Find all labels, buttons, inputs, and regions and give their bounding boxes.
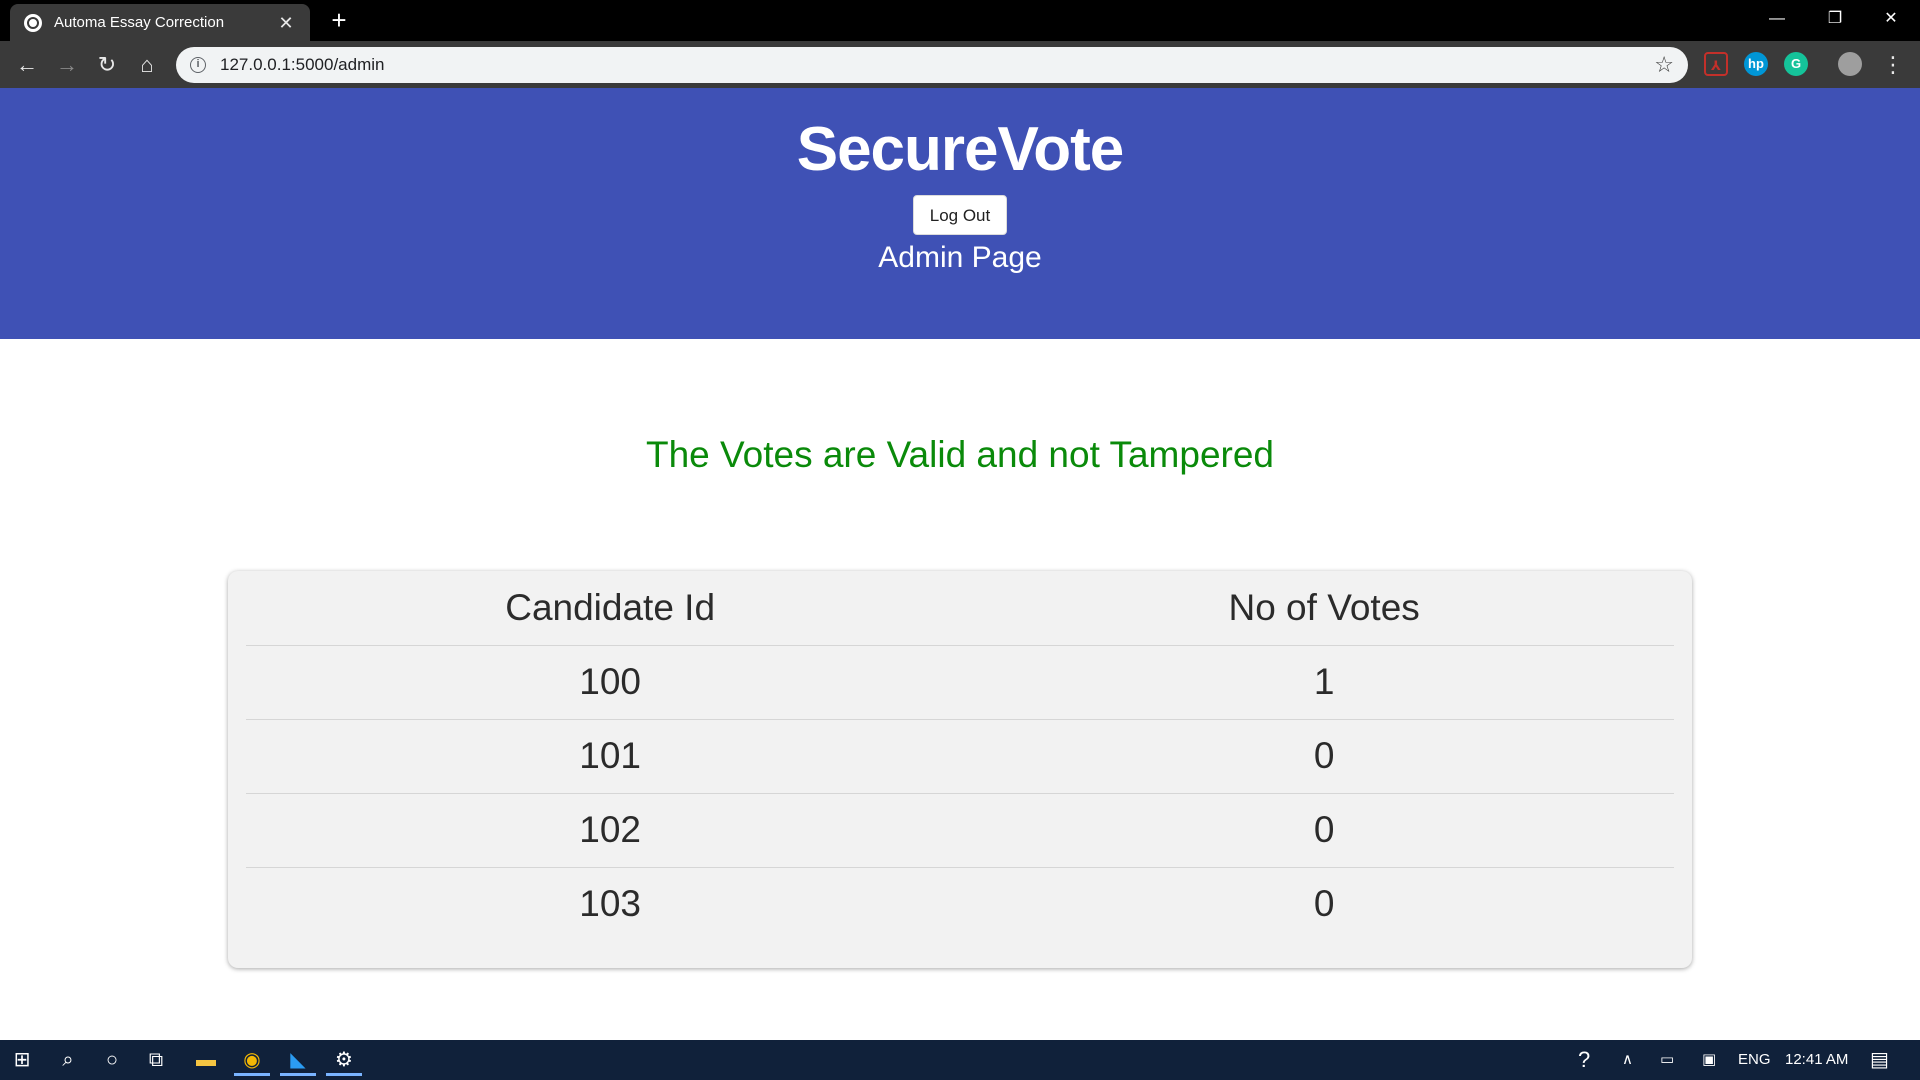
- info-icon[interactable]: i: [190, 57, 206, 73]
- browser-tab-bar: Automa Essay Correction ✕ + — ❐ ✕: [0, 0, 1920, 41]
- candidate-id-cell: 101: [246, 718, 975, 793]
- logout-button[interactable]: Log Out: [913, 195, 1007, 235]
- notifications-icon[interactable]: ▤: [1870, 1040, 1889, 1080]
- windows-taskbar: ⊞ ⌕ ○ ⧉ ▬ ◉ ◣ ⚙ ? ∧ ▭ ▣ ENG 12:41 AM ▤: [0, 1040, 1920, 1080]
- globe-icon: [24, 13, 42, 32]
- settings-gear-icon[interactable]: ⚙: [326, 1044, 362, 1076]
- vote-count-cell: 0: [974, 718, 1674, 793]
- browser-toolbar: ← → ↻ ⌂ i 127.0.0.1:5000/admin ☆ ⅄ hp G …: [0, 41, 1920, 88]
- restore-button[interactable]: ❐: [1806, 0, 1864, 38]
- close-tab-icon[interactable]: ✕: [276, 13, 296, 33]
- back-arrow-icon[interactable]: ←: [12, 50, 42, 80]
- pdf-extension-icon[interactable]: ⅄: [1704, 52, 1728, 76]
- task-view-icon[interactable]: ⧉: [138, 1044, 174, 1076]
- results-card: Candidate Id No of Votes 100 1 101 0 102…: [228, 571, 1692, 968]
- battery-icon[interactable]: ▭: [1660, 1040, 1674, 1080]
- home-icon[interactable]: ⌂: [132, 50, 162, 80]
- address-bar[interactable]: i 127.0.0.1:5000/admin ☆: [176, 47, 1688, 83]
- forward-arrow-icon[interactable]: →: [52, 50, 82, 80]
- candidate-id-cell: 102: [246, 792, 975, 867]
- table-row: 100 1: [246, 644, 1674, 719]
- column-header-candidate-id: Candidate Id: [505, 586, 716, 628]
- window-close-button[interactable]: ✕: [1862, 0, 1920, 38]
- vote-count-cell: 1: [974, 644, 1674, 719]
- language-indicator[interactable]: ENG: [1738, 1040, 1771, 1080]
- vote-count-cell: 0: [974, 792, 1674, 867]
- help-icon[interactable]: ?: [1578, 1040, 1590, 1080]
- network-icon[interactable]: ▣: [1702, 1040, 1716, 1080]
- page-title: Admin Page: [878, 241, 1042, 274]
- file-explorer-icon[interactable]: ▬: [188, 1044, 224, 1076]
- cortana-icon[interactable]: ○: [94, 1044, 130, 1076]
- results-table: Candidate Id No of Votes 100 1 101 0 102…: [246, 571, 1674, 941]
- table-row: 101 0: [246, 718, 1674, 793]
- vote-count-cell: 0: [974, 866, 1674, 941]
- candidate-id-cell: 100: [246, 644, 975, 719]
- chevron-up-icon[interactable]: ∧: [1622, 1040, 1633, 1080]
- grammarly-extension-icon[interactable]: G: [1784, 52, 1808, 76]
- candidate-id-cell: 103: [246, 866, 975, 941]
- validity-status-message: The Votes are Valid and not Tampered: [645, 434, 1275, 475]
- brand-title: SecureVote: [796, 115, 1125, 184]
- url-text[interactable]: 127.0.0.1:5000/admin: [220, 55, 1654, 75]
- minimize-button[interactable]: —: [1748, 0, 1806, 38]
- clock[interactable]: 12:41 AM: [1785, 1040, 1848, 1080]
- chrome-icon[interactable]: ◉: [234, 1044, 270, 1076]
- hp-extension-icon[interactable]: hp: [1744, 52, 1768, 76]
- table-row: 103 0: [246, 866, 1674, 941]
- table-row: 102 0: [246, 792, 1674, 867]
- new-tab-button[interactable]: +: [325, 6, 353, 34]
- table-header-row: Candidate Id No of Votes: [246, 571, 1674, 645]
- search-icon[interactable]: ⌕: [50, 1044, 86, 1076]
- profile-avatar[interactable]: [1838, 52, 1862, 76]
- tab-title: Automa Essay Correction: [54, 14, 225, 31]
- header-banner: SecureVote Log Out Admin Page: [0, 88, 1920, 339]
- browser-tab[interactable]: Automa Essay Correction ✕: [10, 4, 310, 41]
- reload-icon[interactable]: ↻: [92, 50, 122, 80]
- browser-menu-icon[interactable]: ⋮: [1878, 50, 1908, 80]
- page-content: SecureVote Log Out Admin Page The Votes …: [0, 88, 1920, 1040]
- windows-start-icon[interactable]: ⊞: [4, 1044, 40, 1076]
- bookmark-star-icon[interactable]: ☆: [1654, 52, 1674, 78]
- vscode-icon[interactable]: ◣: [280, 1044, 316, 1076]
- column-header-votes: No of Votes: [1228, 586, 1420, 628]
